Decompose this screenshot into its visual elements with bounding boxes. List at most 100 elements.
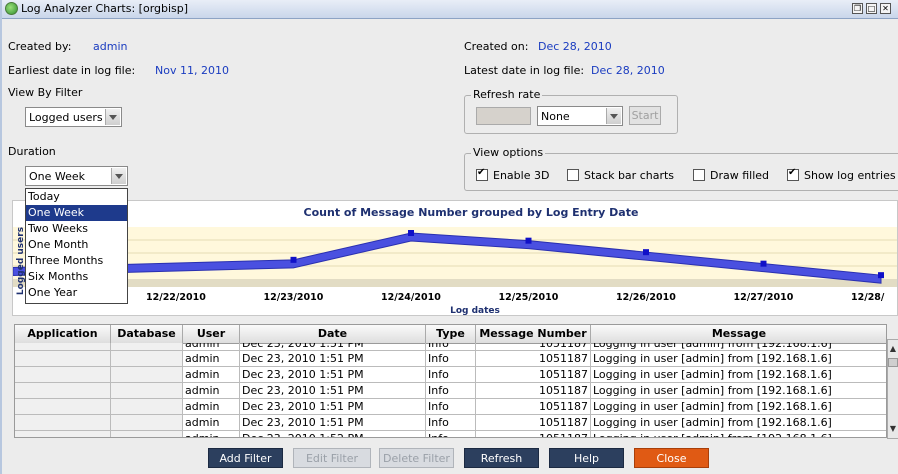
duration-option[interactable]: One Week bbox=[26, 205, 127, 221]
table-cell: Info bbox=[426, 431, 476, 437]
maximize-icon[interactable]: □ bbox=[866, 3, 877, 14]
table-cell: admin bbox=[183, 351, 240, 367]
table-cell: Dec 23, 2010 1:52 PM bbox=[240, 431, 426, 437]
table-header: Application Database User Date Type Message N… bbox=[15, 325, 886, 344]
table-cell: Dec 23, 2010 1:51 PM bbox=[240, 399, 426, 415]
edit-filter-button[interactable]: Edit Filter bbox=[293, 448, 371, 468]
log-entries-table: Application Database User Date Type Message N… bbox=[14, 324, 887, 438]
table-cell bbox=[111, 415, 183, 431]
column-header[interactable]: Message Number bbox=[476, 325, 591, 343]
table-cell: Info bbox=[426, 367, 476, 383]
view-by-filter-value: Logged users bbox=[29, 111, 103, 124]
draw-filled-checkbox[interactable]: Draw filled bbox=[693, 169, 769, 182]
stack-bar-charts-checkbox[interactable]: Stack bar charts bbox=[567, 169, 674, 182]
show-log-entries-checkbox[interactable]: Show log entries bbox=[787, 167, 896, 182]
view-options-group: View options Enable 3D Stack bar charts … bbox=[464, 146, 898, 191]
column-header[interactable]: Application bbox=[15, 325, 111, 343]
table-row[interactable]: admin Dec 23, 2010 1:51 PM Info 1051187 Logg… bbox=[15, 351, 886, 367]
duration-option[interactable]: One Year bbox=[26, 285, 127, 301]
start-button[interactable]: Start bbox=[629, 106, 661, 125]
table-cell: 1051187 bbox=[476, 431, 591, 437]
x-axis-label: Log dates bbox=[450, 306, 500, 316]
table-cell: admin bbox=[183, 367, 240, 383]
table-cell bbox=[111, 399, 183, 415]
log-analyzer-window: Log Analyzer Charts: [orgbisp] ❐ □ ✕ Cre… bbox=[0, 0, 898, 474]
created-on-label: Created on: bbox=[464, 40, 529, 53]
table-row[interactable]: adminDec 23, 2010 1:52 PMInfo1051187Logg… bbox=[15, 431, 886, 437]
table-row[interactable]: admin Dec 23, 2010 1:51 PM Info 1051187 Logg… bbox=[15, 383, 886, 399]
line-chart: Count of Message Number grouped by Log E… bbox=[13, 206, 897, 316]
restore-icon[interactable]: ❐ bbox=[852, 3, 863, 14]
table-cell bbox=[111, 367, 183, 383]
duration-option[interactable]: Today bbox=[26, 189, 127, 205]
table-cell bbox=[111, 351, 183, 367]
enable-3d-label: Enable 3D bbox=[493, 169, 550, 182]
help-button[interactable]: Help bbox=[549, 448, 624, 468]
table-cell: 1051187 bbox=[476, 367, 591, 383]
checkbox-icon[interactable] bbox=[693, 169, 705, 181]
duration-option[interactable]: Six Months bbox=[26, 269, 127, 285]
chart-title: Count of Message Number grouped by Log E… bbox=[304, 206, 639, 219]
view-options-title: View options bbox=[471, 146, 546, 159]
table-cell: 1051187 bbox=[476, 415, 591, 431]
view-by-filter-select[interactable]: Logged users bbox=[25, 107, 122, 127]
chevron-down-icon[interactable] bbox=[111, 168, 126, 184]
earliest-date-value: Nov 11, 2010 bbox=[155, 64, 229, 77]
table-cell bbox=[111, 383, 183, 399]
refresh-interval-field[interactable] bbox=[476, 107, 531, 125]
chevron-down-icon[interactable] bbox=[606, 108, 621, 124]
add-filter-button[interactable]: Add Filter bbox=[208, 448, 283, 468]
duration-value: One Week bbox=[29, 170, 86, 183]
chevron-down-icon[interactable] bbox=[105, 109, 120, 125]
show-log-entries-label: Show log entries bbox=[804, 169, 896, 182]
duration-option[interactable]: Two Weeks bbox=[26, 221, 127, 237]
latest-date-value: Dec 28, 2010 bbox=[591, 64, 665, 77]
scroll-thumb[interactable] bbox=[888, 358, 898, 367]
table-cell: Info bbox=[426, 343, 476, 351]
data-point bbox=[525, 237, 532, 244]
column-header[interactable]: Date bbox=[240, 325, 426, 343]
column-header[interactable]: Database bbox=[111, 325, 183, 343]
duration-label: Duration bbox=[8, 145, 56, 158]
table-cell: Logging in user [admin] from [192.168.1.… bbox=[591, 383, 886, 399]
table-cell: Info bbox=[426, 351, 476, 367]
close-icon[interactable]: ✕ bbox=[880, 3, 891, 14]
delete-filter-button[interactable]: Delete Filter bbox=[379, 448, 454, 468]
table-cell: Dec 23, 2010 1:51 PM bbox=[240, 383, 426, 399]
checkbox-icon[interactable] bbox=[567, 169, 579, 181]
enable-3d-checkbox[interactable]: Enable 3D bbox=[476, 167, 550, 182]
column-header[interactable]: Type bbox=[426, 325, 476, 343]
table-cell: Logging in user [admin] from [192.168.1.… bbox=[591, 431, 886, 437]
x-tick-label: 12/22/2010 bbox=[146, 292, 206, 303]
column-header[interactable]: Message bbox=[591, 325, 886, 343]
table-row[interactable]: admin Dec 23, 2010 1:51 PM Info 1051187 Logg… bbox=[15, 367, 886, 383]
data-point bbox=[760, 260, 767, 267]
duration-select[interactable]: One Week bbox=[25, 166, 128, 186]
duration-option[interactable]: Three Months bbox=[26, 253, 127, 269]
data-point bbox=[643, 249, 649, 256]
scroll-down-icon[interactable]: ▼ bbox=[889, 424, 897, 434]
close-button[interactable]: Close bbox=[634, 448, 709, 468]
refresh-button[interactable]: Refresh bbox=[464, 448, 539, 468]
table-cell: Logging in user [admin] from [192.168.1.… bbox=[591, 351, 886, 367]
duration-option[interactable]: One Month bbox=[26, 237, 127, 253]
data-point bbox=[878, 272, 884, 279]
column-header[interactable]: User bbox=[183, 325, 240, 343]
table-cell: Info bbox=[426, 415, 476, 431]
created-on-value: Dec 28, 2010 bbox=[538, 40, 612, 53]
table-cell bbox=[15, 367, 111, 383]
created-by-value: admin bbox=[93, 40, 128, 53]
table-cell: admin bbox=[183, 415, 240, 431]
table-row[interactable]: admin Dec 23, 2010 1:51 PM Info 1051187 Logg… bbox=[15, 415, 886, 431]
table-cell bbox=[15, 399, 111, 415]
table-scrollbar[interactable]: ▲ ▼ bbox=[887, 339, 898, 439]
table-cell: Dec 23, 2010 1:51 PM bbox=[240, 367, 426, 383]
checkbox-checked-icon[interactable] bbox=[787, 167, 799, 181]
table-row[interactable]: admin Dec 23, 2010 1:51 PM Info 1051187 Logg… bbox=[15, 399, 886, 415]
table-cell: admin bbox=[183, 431, 240, 437]
checkbox-checked-icon[interactable] bbox=[476, 167, 488, 181]
data-point bbox=[408, 230, 414, 236]
scroll-up-icon[interactable]: ▲ bbox=[889, 344, 897, 354]
refresh-rate-title: Refresh rate bbox=[471, 88, 543, 101]
refresh-rate-select[interactable]: None bbox=[537, 106, 623, 126]
